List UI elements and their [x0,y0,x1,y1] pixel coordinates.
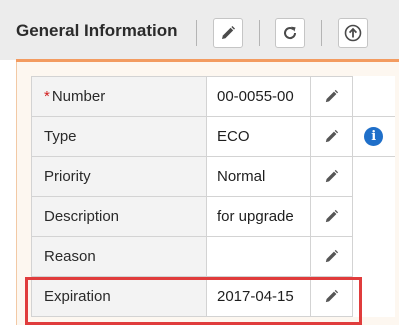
empty-cell [352,276,395,317]
field-label: Priority [31,156,207,197]
section-title: General Information [16,21,178,40]
field-value: for upgrade [206,196,311,237]
field-value: 00-0055-00 [206,76,311,117]
pencil-icon [325,290,339,303]
field-label: Reason [31,236,207,277]
pencil-icon [325,170,339,183]
edit-field-button[interactable] [310,196,353,237]
table-row: Type ECO i [31,116,395,157]
info-button[interactable]: i [352,116,395,157]
refresh-icon [284,26,297,40]
edit-button[interactable] [213,18,243,48]
edit-field-button[interactable] [310,276,353,317]
field-label: * Number [31,76,207,117]
edit-field-button[interactable] [310,76,353,117]
edit-field-button[interactable] [310,156,353,197]
section-header: General Information [0,0,399,60]
field-value: 2017-04-15 [206,276,311,317]
pencil-icon [325,210,339,223]
empty-cell [352,156,395,197]
edit-field-button[interactable] [310,236,353,277]
info-icon: i [364,127,384,146]
pencil-icon [325,250,339,263]
required-indicator: * [44,88,50,105]
refresh-button[interactable] [275,18,305,48]
table-row: * Number 00-0055-00 [31,76,395,117]
field-label: Expiration [31,276,207,317]
empty-cell [352,196,395,237]
field-label: Type [31,116,207,157]
field-value: Normal [206,156,311,197]
table-row: Expiration 2017-04-15 [31,276,395,317]
field-value: ECO [206,116,311,157]
edit-field-button[interactable] [310,116,353,157]
toolbar-separator [259,20,260,46]
upload-button[interactable] [338,18,368,48]
table-row: Priority Normal [31,156,395,197]
arrow-up-circle-icon [344,24,362,42]
label-text: Number [51,88,106,105]
empty-cell [352,236,395,277]
pencil-icon [222,26,235,39]
table-row: Description for upgrade [31,196,395,237]
pencil-icon [325,90,339,103]
field-value [206,236,311,277]
toolbar-separator [321,20,322,46]
properties-table: * Number 00-0055-00 Type ECO i Priority N… [31,76,395,317]
pencil-icon [325,130,339,143]
toolbar-separator [196,20,197,46]
field-label: Description [31,196,207,237]
table-row: Reason [31,236,395,277]
empty-cell [352,76,395,117]
